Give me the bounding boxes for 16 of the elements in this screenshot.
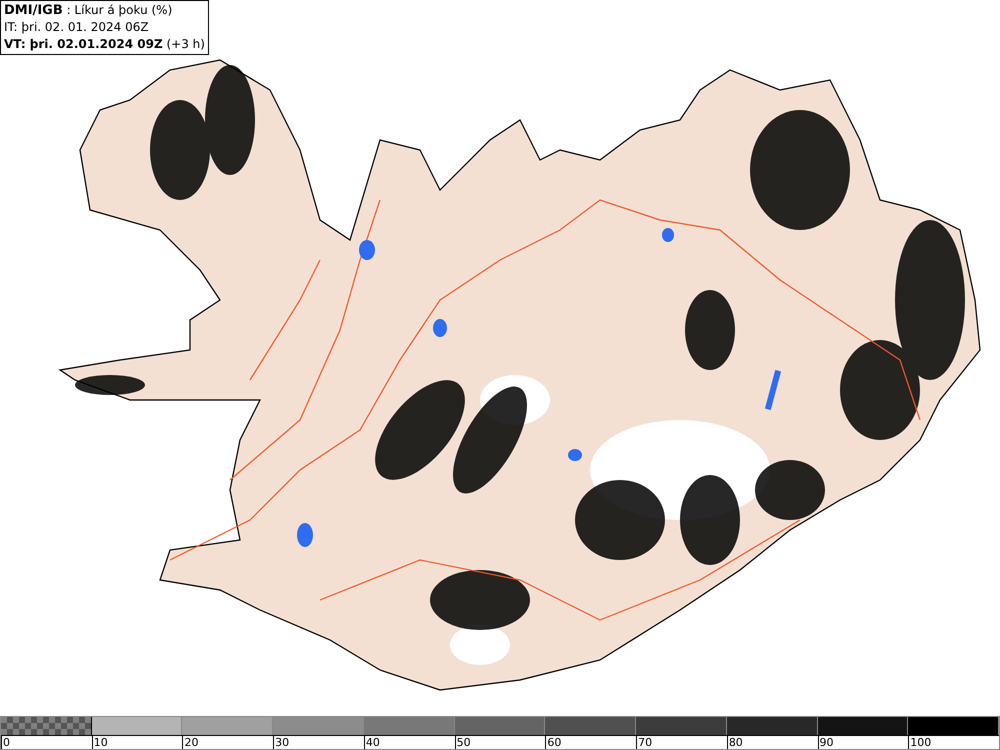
legend-tick-label: 70: [637, 736, 654, 749]
legend-tick-label: 40: [364, 736, 381, 749]
legend-tick-label: 20: [183, 736, 200, 749]
legend-tick-label: 10: [92, 736, 109, 749]
legend-tick-label: 50: [456, 736, 472, 749]
source-label: DMI/IGB: [4, 3, 63, 18]
map-title: : Líkur á þoku (%): [66, 3, 172, 17]
valid-time: VT: þri. 02.01.2024 09Z: [4, 37, 163, 51]
forecast-offset: (+3 h): [166, 37, 205, 51]
legend-tick-label: 30: [274, 736, 290, 749]
legend-tick-label: 0: [2, 736, 11, 749]
init-time: IT: þri. 02. 01. 2024 06Z: [4, 19, 150, 36]
legend-tick-label: 80: [728, 736, 744, 749]
legend-tick-label: 60: [546, 736, 562, 749]
legend-tick-label: 90: [818, 736, 835, 749]
legend-tick-label: 100: [909, 736, 932, 749]
